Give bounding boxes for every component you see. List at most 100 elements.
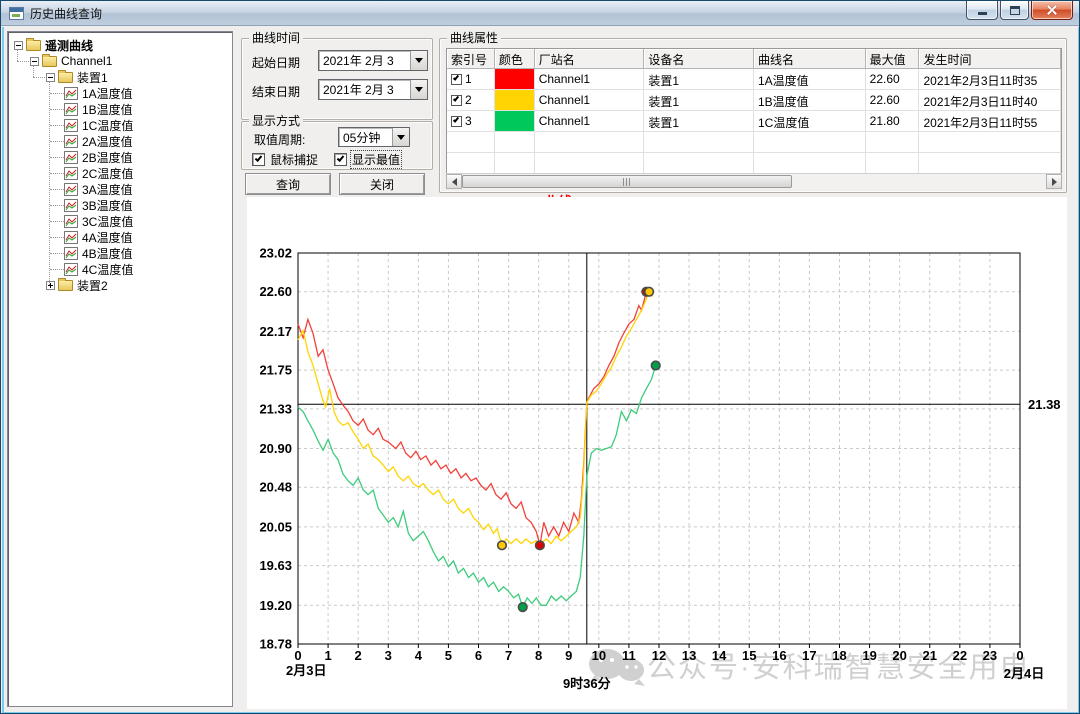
tree-item-3B温度值[interactable]: 3B温度值: [10, 197, 230, 213]
table-horizontal-scrollbar[interactable]: [446, 173, 1062, 189]
column-header-颜色[interactable]: 颜色: [494, 49, 535, 69]
svg-text:6: 6: [475, 648, 482, 663]
tree-item-4B温度值[interactable]: 4B温度值: [10, 245, 230, 261]
tree-item-4C温度值[interactable]: 4C温度值: [10, 261, 230, 277]
collapse-icon[interactable]: [46, 72, 55, 82]
period-value: 05分钟: [343, 130, 381, 145]
curve-icon: [64, 262, 78, 276]
svg-text:23: 23: [983, 648, 997, 663]
table-row[interactable]: 2 Channel1 装置1 1B温度值 22.60 2021年2月3日11时40: [447, 90, 1061, 111]
svg-text:23.02: 23.02: [259, 246, 292, 261]
svg-text:12: 12: [652, 648, 666, 663]
query-button[interactable]: 查询: [245, 173, 331, 195]
tree-item-label: 3B温度值: [82, 198, 133, 213]
color-swatch: [494, 69, 534, 89]
tree-item-label: 3A温度值: [82, 182, 133, 197]
tree-item-label: 装置2: [77, 278, 108, 293]
tree-item-4A温度值[interactable]: 4A温度值: [10, 229, 230, 245]
tree-item-2B温度值[interactable]: 2B温度值: [10, 149, 230, 165]
svg-text:5: 5: [445, 648, 452, 663]
table-row[interactable]: 3 Channel1 装置1 1C温度值 21.80 2021年2月3日11时55: [447, 111, 1061, 132]
grip-icon: [622, 177, 632, 186]
tree-connector: [50, 140, 64, 142]
scroll-right-arrow[interactable]: [1046, 174, 1062, 189]
tree-item-遥测曲线[interactable]: 遥测曲线: [10, 37, 230, 53]
svg-text:21.75: 21.75: [259, 363, 292, 378]
table-row[interactable]: [447, 153, 1061, 174]
scrollbar-thumb[interactable]: [462, 175, 792, 188]
curve-tree-panel[interactable]: 遥测曲线 Channel1 装置1 1A温度值 1B温度值 1C温度值 2A温度值 2B温度值…: [7, 31, 233, 707]
maximize-button[interactable]: [1000, 1, 1029, 20]
tree-item-label: 1B温度值: [82, 102, 133, 117]
close-button[interactable]: [1031, 1, 1073, 20]
tree-item-装置2[interactable]: 装置2: [10, 277, 230, 293]
table-cell: Channel1: [534, 111, 645, 132]
svg-text:20: 20: [892, 648, 906, 663]
column-header-最大值[interactable]: 最大值: [865, 49, 920, 69]
tree-item-1C温度值[interactable]: 1C温度值: [10, 117, 230, 133]
tree-item-label: 2B温度值: [82, 150, 133, 165]
folder-icon: [58, 277, 73, 291]
tree-connector: [50, 172, 64, 174]
titlebar: 历史曲线查询: [1, 1, 1079, 26]
table-row[interactable]: 1 Channel1 装置1 1A温度值 22.60 2021年2月3日11时35: [447, 69, 1061, 90]
column-header-曲线名[interactable]: 曲线名: [754, 49, 866, 69]
curve-icon: [64, 198, 78, 212]
end-date-dropdown-button[interactable]: [410, 80, 427, 99]
row-checkbox[interactable]: [451, 116, 462, 127]
curve-icon: [64, 102, 78, 116]
check-icon: [336, 154, 345, 162]
date-right-label: 2月4日: [1004, 666, 1044, 681]
table-header-row: 索引号 颜色 厂站名 设备名 曲线名 最大值 发生时间: [447, 49, 1061, 69]
row-checkbox[interactable]: [451, 95, 462, 106]
collapse-icon[interactable]: [14, 40, 23, 50]
svg-text:4: 4: [415, 648, 423, 663]
minimize-button[interactable]: [966, 1, 998, 20]
svg-text:18: 18: [832, 648, 846, 663]
tree-item-2A温度值[interactable]: 2A温度值: [10, 133, 230, 149]
column-header-厂站名[interactable]: 厂站名: [534, 49, 645, 69]
mouse-capture-checkbox[interactable]: 鼠标捕捉: [252, 151, 319, 168]
show-extremes-checkbox[interactable]: 显示最值: [334, 150, 403, 169]
table-row[interactable]: [447, 132, 1061, 153]
period-label: 取值周期:: [254, 133, 306, 147]
table-cell: [494, 90, 535, 111]
display-mode-group: 显示方式 取值周期: 05分钟 鼠标捕捉 显示最值: [241, 114, 433, 170]
tree-item-1A温度值[interactable]: 1A温度值: [10, 85, 230, 101]
table-cell: [644, 132, 755, 153]
tree-item-Channel1[interactable]: Channel1: [10, 53, 230, 69]
checkbox-icon: [252, 153, 265, 166]
show-extremes-label: 显示最值: [349, 150, 403, 169]
tree-item-1B温度值[interactable]: 1B温度值: [10, 101, 230, 117]
expand-icon[interactable]: [46, 280, 55, 290]
svg-text:0: 0: [294, 648, 301, 663]
start-date-combo[interactable]: 2021年 2月 3: [318, 50, 428, 71]
column-header-发生时间[interactable]: 发生时间: [919, 49, 1061, 69]
check-icon: [254, 154, 263, 162]
curve-properties-table[interactable]: 索引号 颜色 厂站名 设备名 曲线名 最大值 发生时间 1 Channel1 装置1 1A温度值 22…: [446, 48, 1062, 175]
close-icon: [1046, 4, 1058, 16]
tree-item-2C温度值[interactable]: 2C温度值: [10, 165, 230, 181]
tree-item-3A温度值[interactable]: 3A温度值: [10, 181, 230, 197]
table-cell: [534, 153, 645, 174]
start-date-dropdown-button[interactable]: [410, 51, 427, 70]
tree-item-label: 2C温度值: [82, 166, 134, 181]
collapse-icon[interactable]: [30, 56, 39, 66]
period-combo[interactable]: 05分钟: [338, 127, 410, 147]
scroll-left-arrow[interactable]: [446, 174, 462, 189]
scrollbar-track[interactable]: [462, 174, 1046, 189]
tree-item-3C温度值[interactable]: 3C温度值: [10, 213, 230, 229]
tree-connector: [50, 236, 64, 238]
table-cell: [919, 153, 1061, 174]
column-header-索引号[interactable]: 索引号: [447, 49, 495, 69]
period-dropdown-button[interactable]: [392, 128, 409, 146]
tree-connector: [33, 77, 45, 78]
chart-panel[interactable]: 公众号·安科瑞智慧安全用电 23.02 22.60 22.17 21.75 21.33 20…: [247, 197, 1067, 709]
row-checkbox[interactable]: [451, 74, 462, 85]
tree-item-label: 3C温度值: [82, 214, 134, 229]
svg-text:7: 7: [505, 648, 512, 663]
close-dialog-button[interactable]: 关闭: [339, 173, 425, 195]
end-date-combo[interactable]: 2021年 2月 3: [318, 79, 428, 100]
history-curve-chart[interactable]: 公众号·安科瑞智慧安全用电23.0222.6022.1721.7521.3320…: [247, 197, 1067, 709]
column-header-设备名[interactable]: 设备名: [644, 49, 755, 69]
